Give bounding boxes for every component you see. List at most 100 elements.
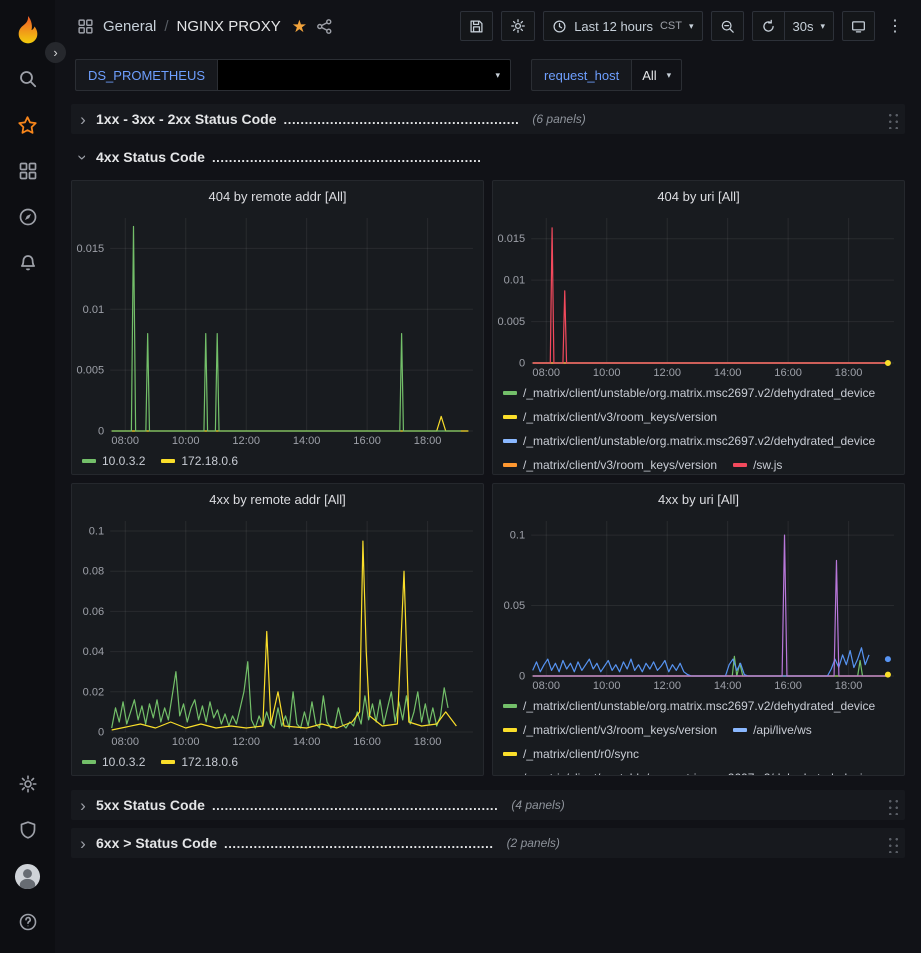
breadcrumb-divider: / (164, 18, 168, 35)
legend-color-mark (503, 463, 517, 467)
row-panel-count: (2 panels) (507, 836, 560, 850)
variable-ds-prometheus: DS_PROMETHEUS ▾ (75, 59, 511, 91)
chart-4xx-by-remote-addr[interactable]: 00.020.040.060.080.108:0010:0012:0014:00… (72, 514, 483, 750)
legend-item[interactable]: 10.0.3.2 (82, 450, 145, 472)
svg-text:10:00: 10:00 (172, 736, 200, 748)
svg-text:14:00: 14:00 (293, 736, 321, 748)
row-drag-handle-icon[interactable] (886, 796, 899, 815)
chevron-right-icon: › (77, 797, 89, 814)
variable-select-request-host[interactable]: All ▾ (631, 59, 682, 91)
help-icon[interactable] (4, 899, 52, 945)
refresh-interval-picker[interactable]: 30s ▾ (785, 11, 835, 41)
legend-color-mark (733, 463, 747, 467)
dashboard-apps-icon[interactable] (77, 18, 94, 35)
svg-text:0.015: 0.015 (498, 233, 526, 245)
legend-item[interactable]: /_matrix/client/v3/room_keys/version (503, 406, 717, 428)
row-drag-handle-icon[interactable] (886, 110, 899, 129)
cycle-view-mode-button[interactable] (842, 11, 875, 41)
kebab-menu-icon[interactable]: ⋮ (883, 11, 907, 41)
legend-item[interactable]: /_matrix/client/unstable/org.matrix.msc2… (503, 767, 875, 776)
svg-text:08:00: 08:00 (532, 367, 560, 379)
chart-404-by-remote-addr[interactable]: 00.0050.010.01508:0010:0012:0014:0016:00… (72, 211, 483, 449)
share-icon[interactable] (316, 18, 333, 35)
topbar-actions: Last 12 hours CST ▾ 30s ▾ (460, 11, 907, 41)
legend-color-mark (503, 728, 517, 732)
row-drag-handle-icon[interactable] (886, 834, 899, 853)
legend-color-mark (503, 391, 517, 395)
breadcrumb-folder[interactable]: General (103, 18, 156, 35)
variable-select-ds[interactable]: ▾ (217, 59, 511, 91)
refresh-interval-label: 30s (793, 19, 814, 34)
svg-text:16:00: 16:00 (353, 435, 381, 447)
dashboard-settings-button[interactable] (501, 11, 535, 41)
breadcrumb-dashboard-title[interactable]: NGINX PROXY (177, 18, 281, 35)
time-range-label: Last 12 hours (574, 19, 653, 34)
legend-item[interactable]: /sw.js (733, 454, 782, 475)
svg-text:16:00: 16:00 (774, 680, 802, 692)
svg-text:08:00: 08:00 (532, 680, 560, 692)
svg-text:0.015: 0.015 (77, 243, 105, 255)
search-icon[interactable] (4, 56, 52, 102)
svg-text:18:00: 18:00 (835, 680, 863, 692)
legend-item[interactable]: /_matrix/client/unstable/org.matrix.msc2… (503, 695, 875, 717)
legend-label: 10.0.3.2 (102, 751, 145, 773)
legend-item[interactable]: /_matrix/client/unstable/org.matrix.msc2… (503, 382, 875, 404)
legend-item[interactable]: 172.18.0.6 (161, 751, 238, 773)
legend-item[interactable]: 10.0.3.2 (82, 751, 145, 773)
legend-color-mark (161, 459, 175, 463)
svg-text:18:00: 18:00 (835, 367, 863, 379)
row-title: 6xx > Status Code (96, 835, 217, 851)
server-admin-shield-icon[interactable] (4, 807, 52, 853)
alerting-bell-icon[interactable] (4, 240, 52, 286)
refresh-button[interactable] (752, 11, 785, 41)
legend-label: /_matrix/client/v3/room_keys/version (523, 719, 717, 741)
legend-item[interactable]: /_matrix/client/v3/room_keys/version (503, 454, 717, 475)
legend-color-mark (503, 704, 517, 708)
variable-value-label: All (642, 68, 656, 83)
legend-label: 172.18.0.6 (181, 450, 238, 472)
row-4xx-status-code[interactable]: › 4xx Status Code ......................… (71, 142, 905, 172)
panel-404-by-uri: 404 by uri [All] 00.0050.010.01508:0010:… (492, 180, 905, 475)
svg-text:08:00: 08:00 (111, 736, 139, 748)
panel-4xx-by-uri: 4xx by uri [All] 00.050.108:0010:0012:00… (492, 483, 905, 776)
panel-title[interactable]: 404 by remote addr [All] (72, 181, 483, 211)
row-6xx-status-code[interactable]: › 6xx > Status Code ....................… (71, 828, 905, 858)
svg-text:16:00: 16:00 (774, 367, 802, 379)
sidebar: › (0, 0, 55, 953)
favorite-star-icon[interactable]: ★ (292, 18, 307, 35)
row-1xx-3xx-2xx-status-code[interactable]: › 1xx - 3xx - 2xx Status Code ..........… (71, 104, 905, 134)
legend-label: 172.18.0.6 (181, 751, 238, 773)
svg-text:16:00: 16:00 (353, 736, 381, 748)
legend-item[interactable]: /api/live/ws (733, 719, 812, 741)
legend-color-mark (733, 728, 747, 732)
svg-text:18:00: 18:00 (414, 736, 442, 748)
chart-404-by-uri[interactable]: 00.0050.010.01508:0010:0012:0014:0016:00… (493, 211, 904, 381)
grafana-logo-icon[interactable] (12, 14, 44, 46)
time-range-picker[interactable]: Last 12 hours CST ▾ (543, 11, 702, 41)
panel-title[interactable]: 4xx by remote addr [All] (72, 484, 483, 514)
zoom-out-button[interactable] (711, 11, 744, 41)
legend-label: /_matrix/client/unstable/org.matrix.msc2… (523, 430, 875, 452)
svg-text:14:00: 14:00 (293, 435, 321, 447)
explore-compass-icon[interactable] (4, 194, 52, 240)
save-dashboard-button[interactable] (460, 11, 493, 41)
configuration-gear-icon[interactable] (4, 761, 52, 807)
panel-title[interactable]: 404 by uri [All] (493, 181, 904, 211)
sidebar-expand-button[interactable]: › (45, 42, 66, 63)
panel-title[interactable]: 4xx by uri [All] (493, 484, 904, 514)
dashboards-icon[interactable] (4, 148, 52, 194)
row-5xx-status-code[interactable]: › 5xx Status Code ......................… (71, 790, 905, 820)
svg-text:0.08: 0.08 (83, 566, 105, 578)
user-avatar[interactable] (4, 853, 52, 899)
row-title-dots: ........................................… (212, 150, 482, 165)
legend-item[interactable]: /_matrix/client/unstable/org.matrix.msc2… (503, 430, 875, 452)
chart-4xx-by-uri[interactable]: 00.050.108:0010:0012:0014:0016:0018:00 (493, 514, 904, 694)
starred-dashboards-icon[interactable] (4, 102, 52, 148)
legend-item[interactable]: /_matrix/client/v3/room_keys/version (503, 719, 717, 741)
legend-color-mark (82, 459, 96, 463)
chevron-right-icon: › (53, 46, 57, 59)
legend-item[interactable]: 172.18.0.6 (161, 450, 238, 472)
legend-item[interactable]: /_matrix/client/r0/sync (503, 743, 639, 765)
legend-color-mark (503, 415, 517, 419)
caret-down-icon: ▾ (820, 22, 825, 31)
